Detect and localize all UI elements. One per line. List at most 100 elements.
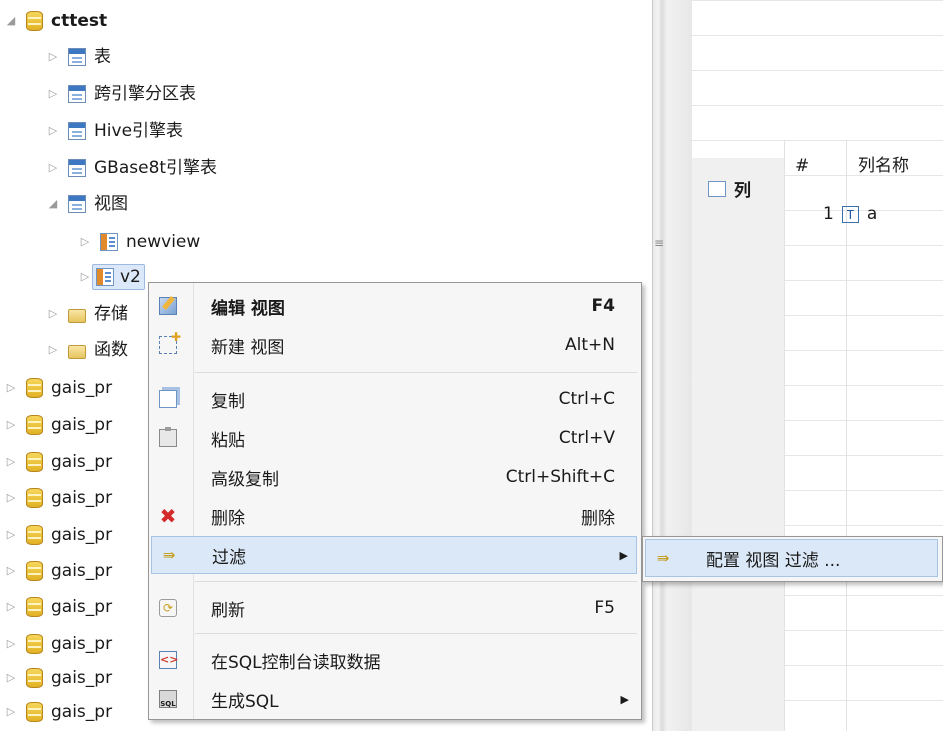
table-folder-icon	[68, 159, 86, 177]
column-name: a	[866, 204, 878, 224]
tree-node-database[interactable]: ▷ gais_pr	[4, 698, 112, 726]
splitter-grip-icon[interactable]: ≡	[654, 236, 664, 250]
sql-console-icon: <>	[159, 651, 178, 669]
tree-node-database[interactable]: ▷ gais_pr	[4, 448, 112, 476]
menu-item-configure-view-filter[interactable]: ⇛ 配置 视图 过滤 ...	[645, 539, 938, 577]
tree-node-database[interactable]: ▷ gais_pr	[4, 557, 112, 585]
tree-node-database[interactable]: ▷ gais_pr	[4, 411, 112, 439]
tree-node-label: gais_pr	[51, 415, 113, 435]
tree-node-label: 存储	[94, 304, 128, 324]
collapse-arrow-icon[interactable]: ▷	[78, 228, 92, 256]
tree-node-hive-tables[interactable]: ▷ Hive引擎表	[46, 117, 183, 145]
tree-node-database[interactable]: ▷ gais_pr	[4, 664, 112, 692]
tree-node-database[interactable]: ▷ gais_pr	[4, 484, 112, 512]
menu-item-label: 过滤	[212, 547, 246, 568]
menu-item-label: 在SQL控制台读取数据	[211, 652, 381, 673]
menu-item-copy[interactable]: 复制 Ctrl+C	[151, 380, 637, 418]
collapse-arrow-icon[interactable]: ▷	[4, 557, 18, 585]
expand-arrow-icon[interactable]: ◢	[46, 190, 60, 218]
selected-node[interactable]: v2	[92, 264, 145, 290]
tree-node-storage[interactable]: ▷ 存储	[46, 300, 128, 328]
menu-item-new-view[interactable]: 新建 视图 Alt+N	[151, 326, 637, 364]
tree-node-label: 视图	[94, 194, 128, 214]
collapse-arrow-icon[interactable]: ▷	[4, 630, 18, 658]
panel-splitter[interactable]	[652, 0, 693, 731]
new-icon	[159, 330, 181, 354]
collapse-arrow-icon[interactable]: ▷	[4, 698, 18, 726]
collapse-arrow-icon[interactable]: ▷	[4, 411, 18, 439]
tree-node-cttest[interactable]: ◢ cttest	[4, 7, 107, 35]
menu-item-label: 复制	[211, 391, 245, 412]
collapse-arrow-icon[interactable]: ▷	[78, 263, 92, 291]
menu-item-shortcut: Alt+N	[565, 335, 615, 355]
menu-item-read-in-sql-console[interactable]: <> 在SQL控制台读取数据	[151, 641, 637, 679]
tree-node-label: gais_pr	[51, 597, 113, 617]
database-icon	[26, 488, 43, 508]
database-icon	[26, 561, 43, 581]
collapse-arrow-icon[interactable]: ▷	[46, 336, 60, 364]
tree-node-views[interactable]: ◢ 视图	[46, 190, 128, 218]
columns-icon	[708, 180, 726, 197]
tree-node-newview[interactable]: ▷ newview	[78, 228, 201, 256]
menu-item-paste[interactable]: 粘贴 Ctrl+V	[151, 419, 637, 457]
submenu-arrow-icon: ▶	[620, 692, 629, 706]
tree-node-functions[interactable]: ▷ 函数	[46, 336, 128, 364]
menu-item-filter[interactable]: ⇛ 过滤 ▶	[151, 536, 637, 574]
tree-node-label: 表	[94, 47, 111, 67]
tree-node-database[interactable]: ▷ gais_pr	[4, 593, 112, 621]
menu-item-shortcut: F5	[594, 598, 615, 618]
tree-node-v2[interactable]: ▷ v2	[78, 263, 145, 291]
tree-node-database[interactable]: ▷ gais_pr	[4, 521, 112, 549]
database-icon	[26, 11, 43, 31]
menu-item-label: 高级复制	[211, 469, 279, 490]
columns-tab-strip	[692, 158, 785, 731]
database-icon	[26, 634, 43, 654]
database-icon	[26, 525, 43, 545]
tab-columns-label: 列	[734, 181, 751, 201]
filter-icon: ⇛	[162, 546, 176, 564]
tree-node-database[interactable]: ▷ gais_pr	[4, 374, 112, 402]
generate-sql-icon: SQL	[159, 690, 177, 708]
menu-item-label: 粘贴	[211, 430, 245, 451]
menu-item-refresh[interactable]: ⟳ 刷新 F5	[151, 589, 637, 627]
menu-item-shortcut: Ctrl+C	[558, 389, 615, 409]
folder-icon	[68, 345, 86, 359]
tab-columns[interactable]: 列	[708, 176, 751, 201]
refresh-icon: ⟳	[159, 599, 177, 617]
collapse-arrow-icon[interactable]: ▷	[4, 484, 18, 512]
submenu-arrow-icon: ▶	[619, 548, 628, 562]
menu-item-shortcut: F4	[591, 296, 615, 316]
folder-icon	[68, 309, 86, 323]
menu-item-delete[interactable]: ✖ 删除 删除	[151, 497, 637, 535]
menu-item-label: 刷新	[211, 600, 245, 621]
database-icon	[26, 668, 43, 688]
tree-node-label: gais_pr	[51, 668, 113, 688]
collapse-arrow-icon[interactable]: ▷	[4, 593, 18, 621]
tree-node-cross-engine-tables[interactable]: ▷ 跨引擎分区表	[46, 80, 196, 108]
collapse-arrow-icon[interactable]: ▷	[4, 664, 18, 692]
menu-item-generate-sql[interactable]: SQL 生成SQL ▶	[151, 680, 637, 718]
tree-node-gbase8t-tables[interactable]: ▷ GBase8t引擎表	[46, 154, 217, 182]
collapse-arrow-icon[interactable]: ▷	[46, 80, 60, 108]
menu-item-advanced-copy[interactable]: 高级复制 Ctrl+Shift+C	[151, 458, 637, 496]
tree-node-database[interactable]: ▷ gais_pr	[4, 630, 112, 658]
collapse-arrow-icon[interactable]: ▷	[46, 43, 60, 71]
column-header-name[interactable]: 列名称	[858, 146, 909, 186]
menu-item-shortcut: 删除	[581, 508, 615, 529]
collapse-arrow-icon[interactable]: ▷	[4, 374, 18, 402]
collapse-arrow-icon[interactable]: ▷	[4, 521, 18, 549]
collapse-arrow-icon[interactable]: ▷	[46, 154, 60, 182]
table-row[interactable]: 1 T a	[823, 204, 877, 224]
expand-arrow-icon[interactable]: ◢	[4, 7, 18, 35]
menu-separator	[195, 372, 637, 373]
tree-node-tables[interactable]: ▷ 表	[46, 43, 111, 71]
menu-item-edit-view[interactable]: 编辑 视图 F4	[151, 287, 637, 325]
collapse-arrow-icon[interactable]: ▷	[4, 448, 18, 476]
paste-icon	[159, 427, 177, 447]
collapse-arrow-icon[interactable]: ▷	[46, 117, 60, 145]
table-folder-icon	[68, 85, 86, 103]
menu-item-label: 新建 视图	[211, 337, 285, 358]
delete-icon: ✖	[159, 504, 177, 528]
collapse-arrow-icon[interactable]: ▷	[46, 300, 60, 328]
column-header-number[interactable]: #	[795, 146, 809, 186]
